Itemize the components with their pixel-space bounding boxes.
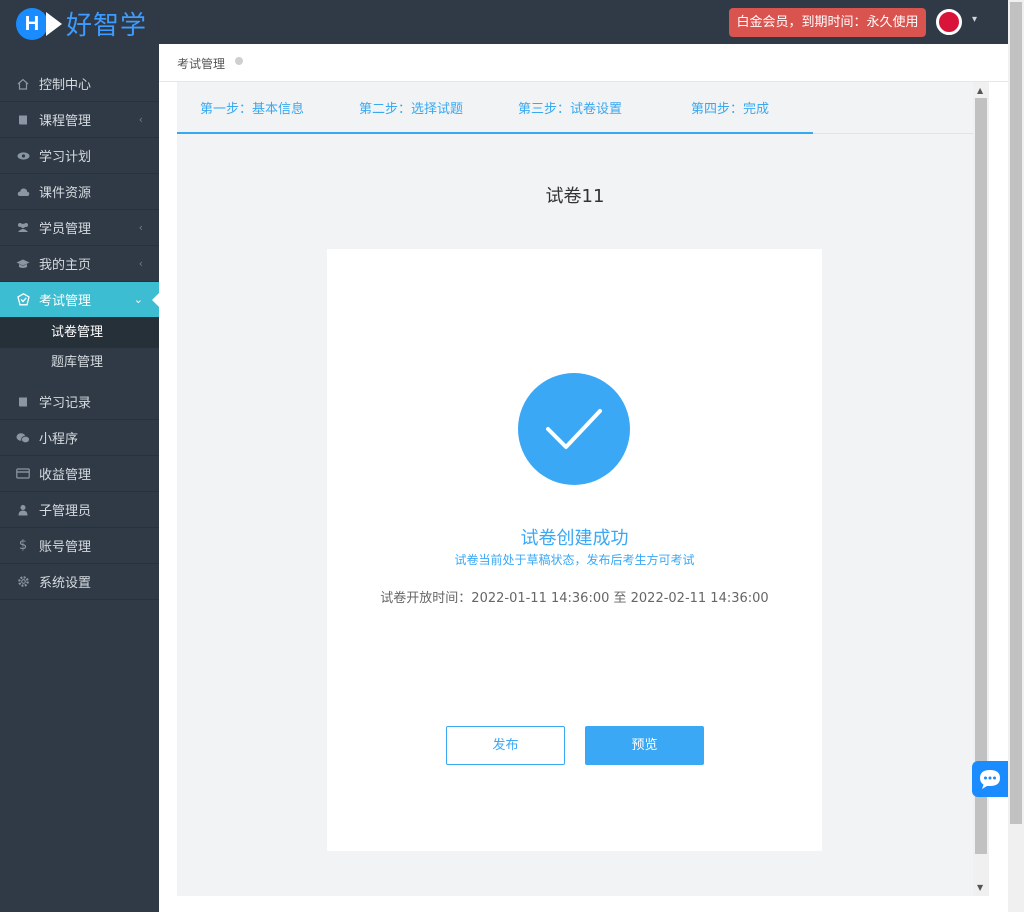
sidebar-item-label: 控制中心 <box>39 78 92 93</box>
user-icon <box>16 503 30 517</box>
sidebar-item-label: 考试管理 <box>39 294 92 309</box>
sidebar-item-label: 学习计划 <box>39 150 92 165</box>
open-time: 试卷开放时间：2022-01-11 14:36:00 至 2022-02-11 … <box>380 591 769 606</box>
sidebar-item-sub-admin[interactable]: 子管理员 <box>0 492 159 528</box>
sidebar-item-label: 系统设置 <box>39 576 92 591</box>
page-scrollbar[interactable] <box>1008 0 1024 912</box>
page-scrollbar-thumb[interactable] <box>1010 2 1022 824</box>
logo-arrow-icon <box>46 11 62 36</box>
sidebar: 控制中心 课程管理 ‹ 学习计划 课件资源 学员管理 ‹ 我的主页 ‹ 考试管理… <box>0 44 160 912</box>
gear-icon <box>16 575 30 589</box>
sidebar-item-label: 课程管理 <box>39 114 92 129</box>
sidebar-item-label: 小程序 <box>39 432 79 447</box>
sidebar-item-course-management[interactable]: 课程管理 ‹ <box>0 102 159 138</box>
sidebar-item-study-plan[interactable]: 学习计划 <box>0 138 159 174</box>
sidebar-subitem-question-bank[interactable]: 题库管理 <box>0 348 159 378</box>
sidebar-item-label: 我的主页 <box>39 258 92 273</box>
success-title: 试卷创建成功 <box>520 528 629 549</box>
sidebar-item-label: 学习记录 <box>39 396 92 411</box>
publish-button[interactable]: 发布 <box>446 726 565 765</box>
wechat-icon <box>16 431 30 445</box>
sidebar-item-account[interactable]: $ 账号管理 <box>0 528 159 564</box>
success-subtitle: 试卷当前处于草稿状态，发布后考生方可考试 <box>454 553 695 567</box>
scroll-up-icon[interactable]: ▲ <box>977 86 983 95</box>
sidebar-item-system-settings[interactable]: 系统设置 <box>0 564 159 600</box>
preview-button[interactable]: 预览 <box>585 726 704 765</box>
graduation-cap-icon <box>16 257 30 271</box>
sidebar-item-revenue[interactable]: 收益管理 <box>0 456 159 492</box>
book-icon <box>16 113 30 127</box>
chevron-left-icon: ‹ <box>138 257 143 270</box>
sidebar-item-label: 账号管理 <box>39 540 92 555</box>
home-icon <box>16 77 30 91</box>
cloud-icon <box>16 185 30 199</box>
badge-check-icon <box>16 293 30 307</box>
main-content: 第一步：基本信息 第二步：选择试题 第三步：试卷设置 第四步：完成 试卷11 试… <box>177 82 973 896</box>
credit-card-icon <box>16 467 30 481</box>
sidebar-item-mini-program[interactable]: 小程序 <box>0 420 159 456</box>
page-title: 试卷11 <box>545 186 605 207</box>
sidebar-item-label: 课件资源 <box>39 186 92 201</box>
logo-letter: H <box>16 7 48 40</box>
sidebar-item-courseware[interactable]: 课件资源 <box>0 174 159 210</box>
steps-bar: 第一步：基本信息 第二步：选择试题 第三步：试卷设置 第四步：完成 <box>177 82 973 134</box>
logo-badge: H <box>16 7 66 41</box>
users-icon <box>16 221 30 235</box>
scrollbar-thumb[interactable] <box>975 98 987 854</box>
logo[interactable]: H 好智学 <box>16 5 147 42</box>
sidebar-item-label: 学员管理 <box>39 222 92 237</box>
breadcrumb: 考试管理 <box>159 44 1008 82</box>
steps-progress-line <box>177 132 813 134</box>
success-check-icon <box>518 373 630 485</box>
eye-icon <box>16 149 30 163</box>
step-3: 第三步：试卷设置 <box>518 102 623 117</box>
result-card: 试卷创建成功 试卷当前处于草稿状态，发布后考生方可考试 试卷开放时间：2022-… <box>327 249 822 851</box>
sidebar-item-label: 收益管理 <box>39 468 92 483</box>
breadcrumb-current[interactable]: 考试管理 <box>177 55 225 72</box>
sidebar-item-study-records[interactable]: 学习记录 <box>0 384 159 420</box>
sidebar-item-label: 子管理员 <box>39 504 92 519</box>
breadcrumb-close-dot[interactable] <box>235 57 243 65</box>
step-2: 第二步：选择试题 <box>359 102 464 117</box>
chat-button[interactable] <box>972 761 1008 797</box>
chevron-left-icon: ‹ <box>138 113 143 126</box>
step-1: 第一步：基本信息 <box>200 102 305 117</box>
chevron-down-icon: ⌄ <box>133 293 143 306</box>
chat-icon <box>980 770 1000 789</box>
membership-badge[interactable]: 白金会员，到期时间：永久使用 <box>729 8 926 37</box>
top-bar: H 好智学 白金会员，到期时间：永久使用 ▾ <box>0 0 1008 44</box>
sidebar-item-my-homepage[interactable]: 我的主页 ‹ <box>0 246 159 282</box>
avatar[interactable] <box>936 9 962 35</box>
sidebar-item-control-center[interactable]: 控制中心 <box>0 66 159 102</box>
chevron-left-icon: ‹ <box>138 221 143 234</box>
dollar-icon: $ <box>18 538 28 553</box>
scroll-down-icon[interactable]: ▼ <box>977 883 983 892</box>
sidebar-item-student-management[interactable]: 学员管理 ‹ <box>0 210 159 246</box>
sidebar-item-exam-management[interactable]: 考试管理 ⌄ <box>0 282 160 318</box>
chevron-down-icon[interactable]: ▾ <box>972 14 977 25</box>
step-4: 第四步：完成 <box>691 102 770 117</box>
logo-text: 好智学 <box>66 11 148 41</box>
book-icon <box>16 395 30 409</box>
sidebar-subitem-paper-management[interactable]: 试卷管理 <box>0 318 159 348</box>
